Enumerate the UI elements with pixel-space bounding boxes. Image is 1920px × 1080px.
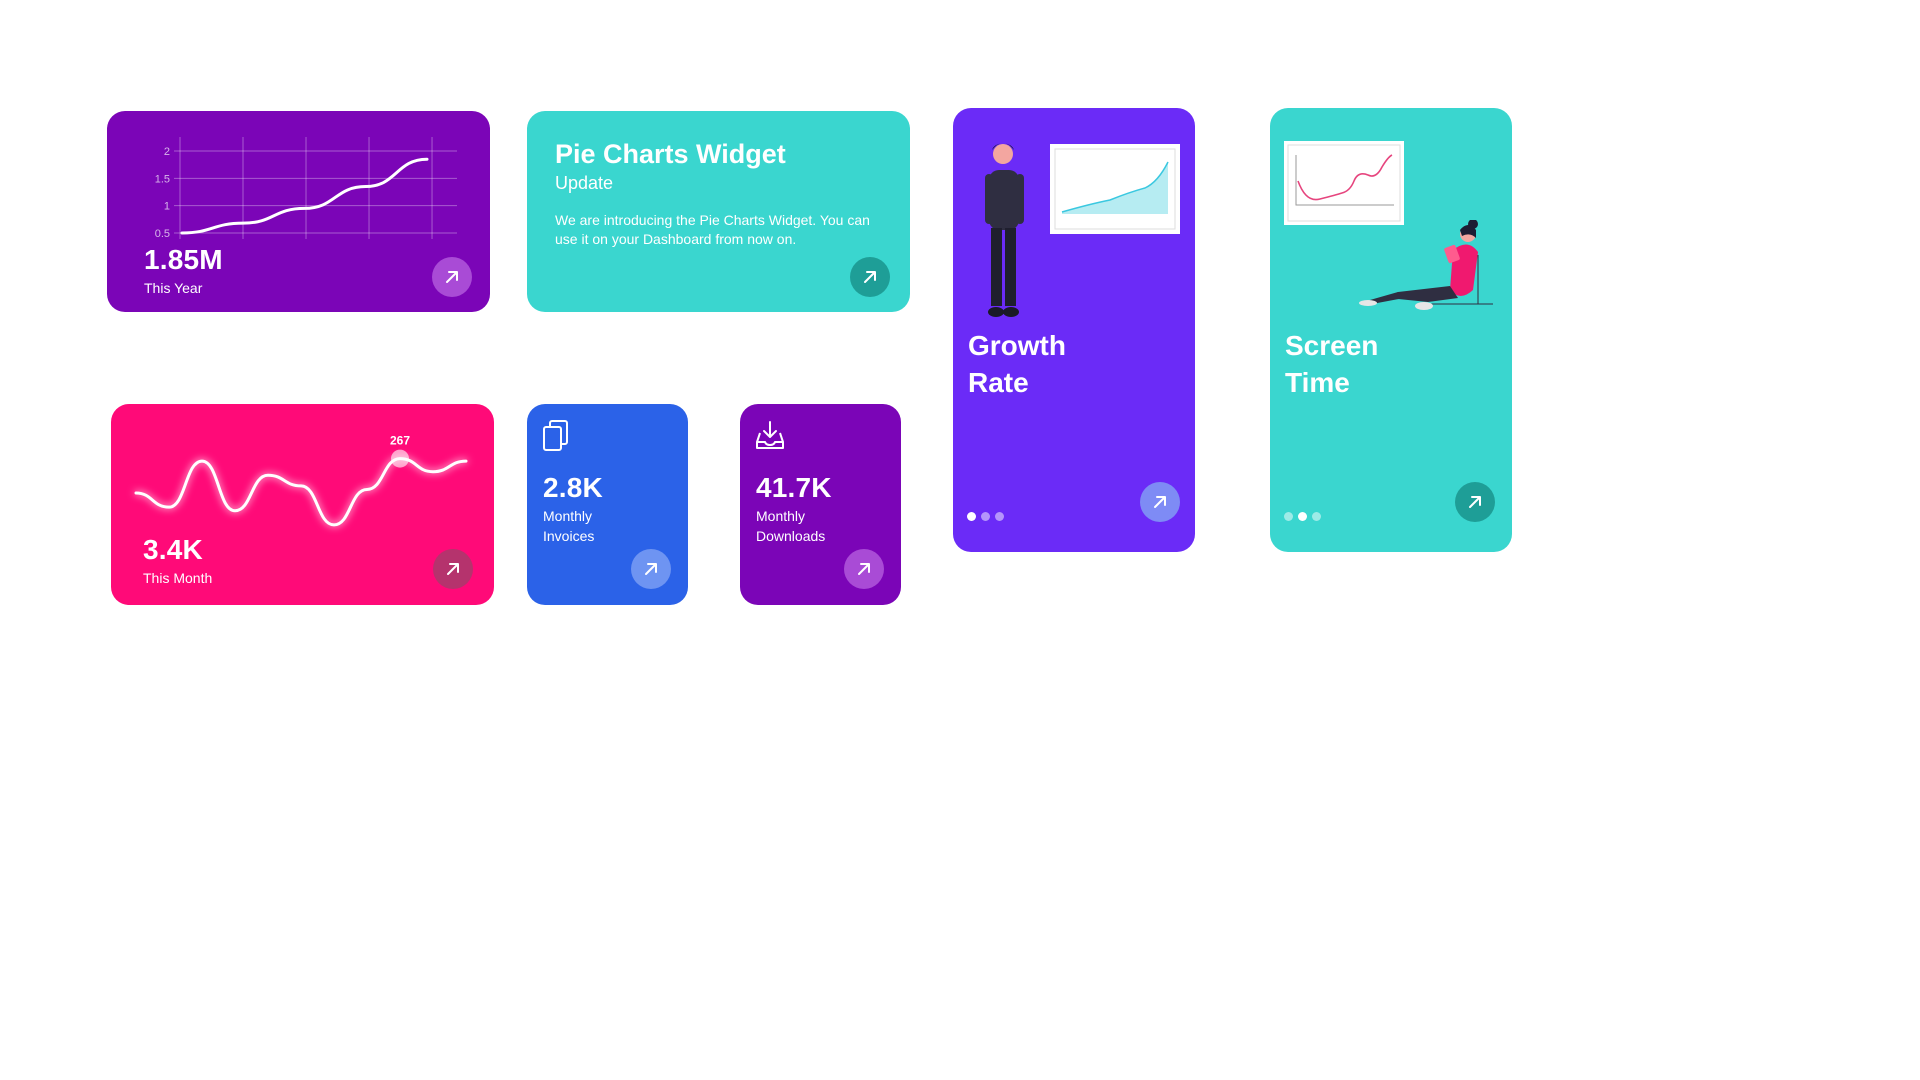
screen-title-line1: Screen	[1285, 330, 1379, 361]
year-stats-card: 2 1.5 1 0.5 1.85M This Year	[107, 111, 490, 312]
year-ytick-label: 1.5	[155, 173, 170, 185]
growth-open-button[interactable]	[1140, 482, 1180, 522]
year-chart-yticks: 2 1.5 1 0.5	[155, 146, 170, 240]
arrow-up-right-icon	[446, 271, 458, 283]
pie-widget-title: Pie Charts Widget	[555, 139, 786, 169]
year-value: 1.85M	[144, 244, 223, 275]
arrow-up-right-icon	[864, 271, 876, 283]
month-chart-line	[134, 457, 468, 527]
pie-widget-subtitle: Update	[555, 173, 614, 193]
arrow-up-right-icon	[645, 563, 657, 575]
invoices-value: 2.8K	[543, 472, 603, 503]
arrow-up-right-icon	[1469, 496, 1481, 508]
downloads-label-line1: Monthly	[756, 508, 806, 524]
pie-widget-open-button[interactable]	[850, 257, 890, 297]
arrow-up-right-icon	[447, 563, 459, 575]
pagination-dot[interactable]	[1312, 512, 1321, 521]
year-ytick-label: 1	[164, 201, 170, 213]
month-open-button[interactable]	[433, 549, 473, 589]
year-label: This Year	[144, 280, 203, 296]
line-chart-board-illustration	[1284, 141, 1404, 225]
year-ytick-label: 2	[164, 146, 170, 158]
month-peak-label: 267	[390, 434, 410, 448]
download-tray-icon	[756, 421, 784, 449]
screen-open-button[interactable]	[1455, 482, 1495, 522]
arrow-up-right-icon	[858, 563, 870, 575]
sitting-person-illustration	[1359, 220, 1493, 310]
month-stats-card: 267 3.4K This Month	[111, 404, 494, 605]
pagination-dot[interactable]	[1298, 512, 1307, 521]
downloads-open-button[interactable]	[844, 549, 884, 589]
growth-title-line2: Rate	[968, 367, 1029, 398]
area-chart-board-illustration	[1050, 144, 1180, 234]
year-open-button[interactable]	[432, 257, 472, 297]
invoices-label-line2: Invoices	[543, 528, 595, 544]
pie-widget-card: Pie Charts Widget Update We are introduc…	[527, 111, 910, 312]
growth-title-line1: Growth	[968, 330, 1066, 361]
year-ytick-label: 0.5	[155, 228, 170, 240]
month-value: 3.4K	[143, 534, 203, 565]
month-peak-marker	[391, 449, 409, 468]
standing-person-illustration	[985, 143, 1024, 317]
arrow-up-right-icon	[1154, 496, 1166, 508]
growth-rate-card: Growth Rate	[953, 108, 1195, 552]
downloads-value: 41.7K	[756, 472, 832, 503]
downloads-label-line2: Downloads	[756, 528, 826, 544]
invoices-card: 2.8K Monthly Invoices	[527, 404, 688, 605]
screen-time-card: Screen Time	[1270, 108, 1512, 552]
pagination-dot[interactable]	[995, 512, 1004, 521]
year-chart-grid	[174, 137, 457, 239]
pagination-dot[interactable]	[1284, 512, 1293, 521]
pagination-dot[interactable]	[967, 512, 976, 521]
pagination-dot[interactable]	[981, 512, 990, 521]
invoices-open-button[interactable]	[631, 549, 671, 589]
invoices-label-line1: Monthly	[543, 508, 593, 524]
screen-title-line2: Time	[1285, 367, 1350, 398]
pie-widget-description: We are introducing the Pie Charts Widget…	[555, 212, 870, 247]
downloads-card: 41.7K Monthly Downloads	[740, 404, 901, 605]
year-chart-line	[180, 157, 429, 235]
screen-pagination-dots	[1284, 512, 1321, 521]
month-label: This Month	[143, 570, 213, 586]
documents-icon	[543, 420, 568, 451]
growth-pagination-dots	[967, 512, 1004, 521]
